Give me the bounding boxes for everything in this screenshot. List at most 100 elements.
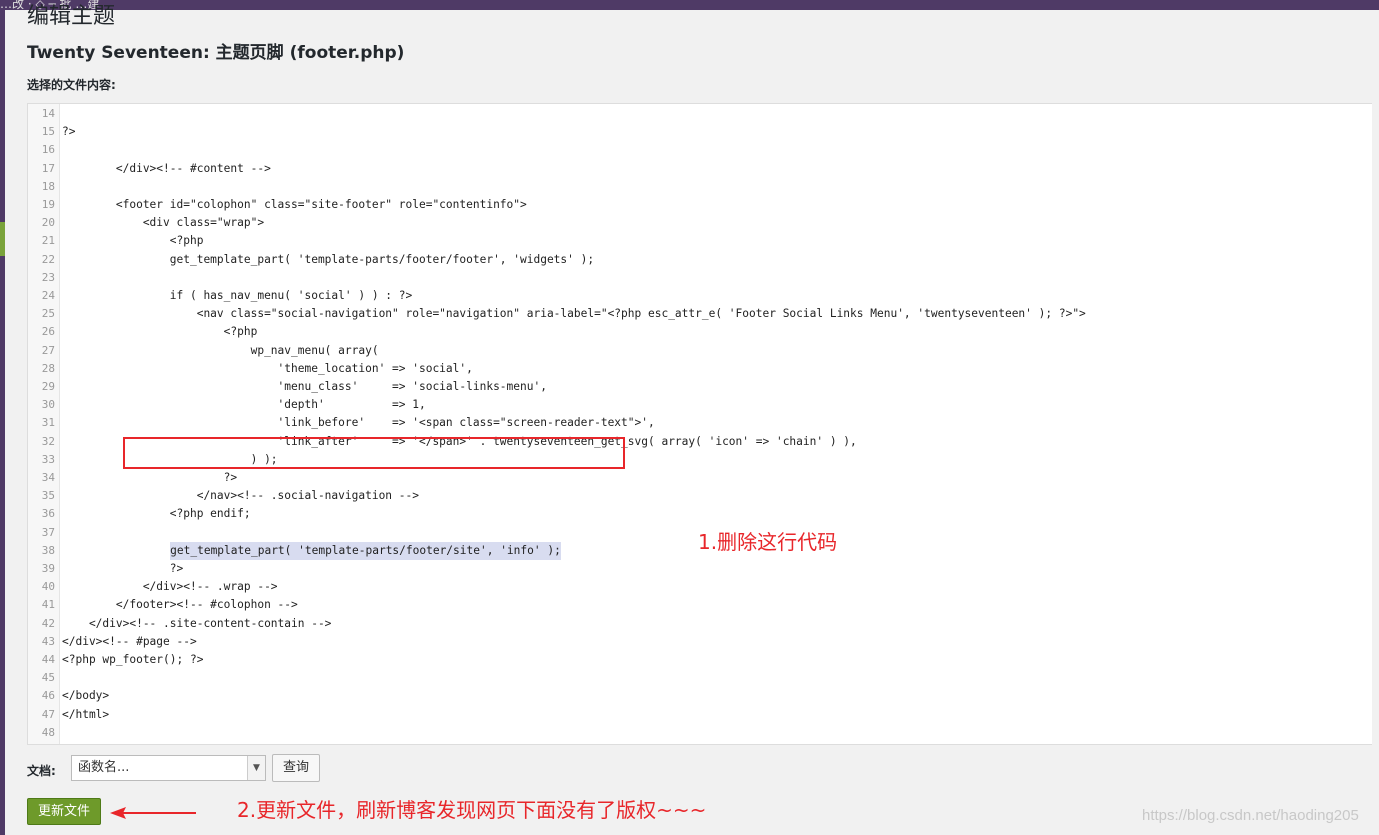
code-text: ?> — [62, 562, 184, 575]
function-select-value: 函数名... — [78, 760, 130, 775]
line-number: 45 — [41, 671, 55, 685]
code-line[interactable]: 48 — [28, 724, 1378, 742]
code-text: <?php — [62, 234, 204, 248]
code-text: <footer id="colophon" class="site-footer… — [62, 198, 527, 211]
line-number: 33 — [41, 452, 55, 466]
code-text: </html> — [62, 707, 110, 721]
annotation-arrow-icon — [110, 807, 196, 819]
line-number: 22 — [41, 252, 55, 266]
line-number: 29 — [41, 380, 55, 393]
code-line[interactable]: 14 — [28, 105, 1378, 123]
line-number: 34 — [41, 471, 55, 484]
code-text: </div><!-- #content --> — [62, 161, 271, 175]
code-text: <?php — [62, 325, 258, 339]
code-line[interactable]: 27 wp_nav_menu( array( — [28, 342, 1378, 360]
line-number: 41 — [41, 598, 55, 612]
line-number: 16 — [41, 143, 55, 157]
update-file-button[interactable]: 更新文件 — [27, 798, 101, 825]
code-text: <nav class="social-navigation" role="nav… — [62, 307, 1086, 321]
code-text: if ( has_nav_menu( 'social' ) ) : ?> — [62, 289, 413, 302]
code-line[interactable]: 35 </nav><!-- .social-navigation --> — [28, 487, 1378, 505]
line-number: 19 — [41, 198, 55, 211]
code-line[interactable]: 20 <div class="wrap"> — [28, 214, 1378, 232]
line-number: 42 — [41, 616, 55, 630]
code-line[interactable]: 26 <?php — [28, 323, 1378, 341]
code-line[interactable]: 28 'theme_location' => 'social', — [28, 360, 1378, 378]
code-line[interactable]: 31 'link_before' => '<span class="screen… — [28, 414, 1378, 432]
code-text: 'theme_location' => 'social', — [62, 361, 473, 375]
line-number: 36 — [41, 507, 55, 521]
line-number: 28 — [41, 361, 55, 375]
code-line[interactable]: 44 <?php wp_footer(); ?> — [28, 651, 1378, 669]
documentation-label: 文档: — [27, 764, 56, 778]
line-number: 15 — [41, 125, 55, 139]
line-number: 44 — [41, 653, 55, 666]
code-text: </div><!-- .wrap --> — [62, 580, 278, 594]
code-line[interactable]: 47 </html> — [28, 706, 1378, 724]
annotation-step-2: 2.更新文件，刷新博客发现网页下面没有了版权~~~ — [237, 798, 707, 822]
file-title: Twenty Seventeen: 主题页脚 (footer.php) — [27, 43, 405, 63]
code-text: get_template_part( 'template-parts/foote… — [62, 252, 595, 266]
annotation-step-1: 1.删除这行代码 — [698, 530, 838, 554]
function-name-select[interactable]: 函数名... ▼ — [71, 755, 266, 781]
code-line[interactable]: 17 </div><!-- #content --> — [28, 160, 1378, 178]
code-text: <div class="wrap"> — [62, 216, 265, 230]
code-line[interactable]: 29 'menu_class' => 'social-links-menu', — [28, 378, 1378, 396]
line-number: 46 — [41, 689, 55, 703]
lookup-button[interactable]: 查询 — [272, 754, 320, 782]
line-number: 39 — [41, 562, 55, 575]
line-number: 30 — [41, 398, 55, 412]
code-line[interactable]: 19 <footer id="colophon" class="site-foo… — [28, 196, 1378, 214]
code-text: <?php wp_footer(); ?> — [62, 653, 204, 666]
code-line[interactable]: 16 — [28, 141, 1378, 159]
line-number: 24 — [41, 289, 55, 302]
watermark: https://blog.csdn.net/haoding205 — [1142, 807, 1359, 824]
line-number: 21 — [41, 234, 55, 248]
code-line[interactable]: 40 </div><!-- .wrap --> — [28, 578, 1378, 596]
code-text: </nav><!-- .social-navigation --> — [62, 489, 419, 503]
code-line[interactable]: 43 </div><!-- #page --> — [28, 633, 1378, 651]
line-number: 20 — [41, 216, 55, 230]
line-number: 27 — [41, 343, 55, 357]
code-line[interactable]: 22 get_template_part( 'template-parts/fo… — [28, 251, 1378, 269]
main-content: 编辑主题 Twenty Seventeen: 主题页脚 (footer.php)… — [5, 4, 1379, 835]
code-text: 'depth' => 1, — [62, 398, 426, 412]
code-line[interactable]: 45 — [28, 669, 1378, 687]
code-text: ?> — [62, 471, 238, 484]
code-text: </footer><!-- #colophon --> — [62, 598, 298, 612]
code-line[interactable]: 39 ?> — [28, 560, 1378, 578]
selected-file-label: 选择的文件内容: — [27, 78, 116, 92]
code-text: 'menu_class' => 'social-links-menu', — [62, 380, 547, 393]
line-number: 31 — [41, 416, 55, 430]
line-number: 43 — [41, 634, 55, 648]
page-title: 编辑主题 — [27, 4, 116, 29]
page-scrollbar[interactable] — [1372, 10, 1379, 835]
code-text: 'link_before' => '<span class="screen-re… — [62, 416, 655, 430]
line-number: 17 — [41, 161, 55, 175]
code-line[interactable]: 15 ?> — [28, 123, 1378, 141]
code-text: wp_nav_menu( array( — [62, 343, 379, 357]
code-line[interactable]: 41 </footer><!-- #colophon --> — [28, 596, 1378, 614]
line-number: 18 — [41, 179, 55, 193]
code-line[interactable]: 42 </div><!-- .site-content-contain --> — [28, 615, 1378, 633]
code-line[interactable]: 18 — [28, 178, 1378, 196]
annotation-highlight-box — [123, 437, 625, 469]
code-text: ?> — [62, 125, 76, 139]
code-line[interactable]: 23 — [28, 269, 1378, 287]
code-line[interactable]: 36 <?php endif; — [28, 505, 1378, 523]
code-line[interactable]: 24 if ( has_nav_menu( 'social' ) ) : ?> — [28, 287, 1378, 305]
line-number: 25 — [41, 307, 55, 321]
line-number: 35 — [41, 489, 55, 503]
code-line[interactable]: 34 ?> — [28, 469, 1378, 487]
line-number: 38 — [41, 543, 55, 557]
code-editor[interactable]: 14 15 ?> 16 17 </div><!-- #content --> 18 19 <… — [27, 103, 1379, 745]
line-number: 48 — [41, 725, 55, 739]
code-text: </div><!-- #page --> — [62, 634, 197, 648]
admin-top-bar: …改 · ◇ ─ 批 …建 — [0, 0, 1379, 11]
code-line[interactable]: 46 </body> — [28, 687, 1378, 705]
code-line[interactable]: 21 <?php — [28, 232, 1378, 250]
code-line[interactable]: 25 <nav class="social-navigation" role="… — [28, 305, 1378, 323]
code-text-selected: get_template_part( 'template-parts/foote… — [170, 541, 561, 560]
code-line[interactable]: 30 'depth' => 1, — [28, 396, 1378, 414]
